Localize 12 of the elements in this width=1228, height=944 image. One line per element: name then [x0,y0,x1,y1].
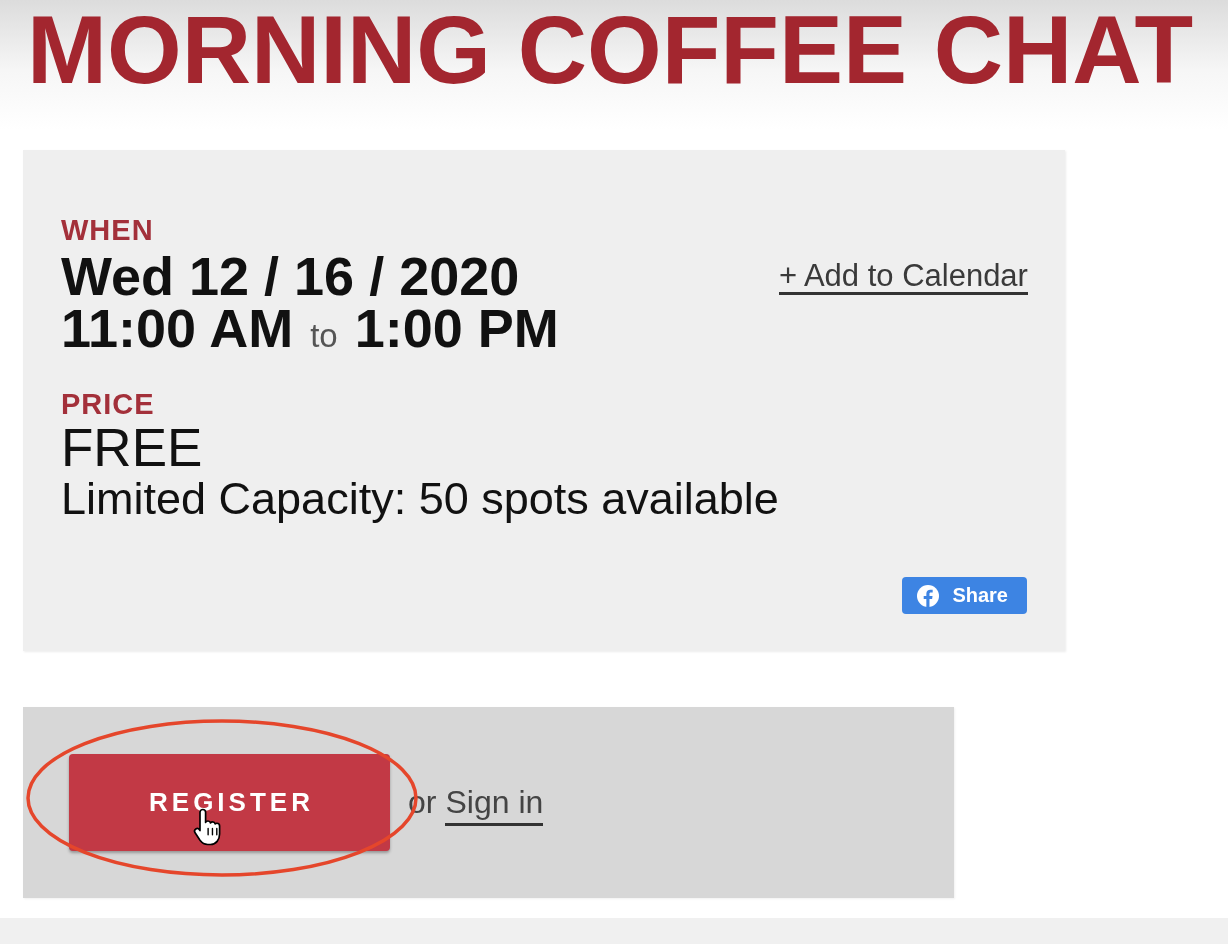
when-label: WHEN [61,214,154,246]
register-button[interactable]: REGISTER [69,754,390,851]
capacity-text: Limited Capacity: 50 spots available [61,475,779,523]
event-time: 11:00 AM to 1:00 PM [61,302,559,354]
price-value: FREE [61,421,203,474]
add-to-calendar-link[interactable]: + Add to Calendar [778,260,1028,295]
sign-in-link[interactable]: Sign in [445,785,544,826]
facebook-icon [917,584,940,607]
page-title: MORNING COFFEE CHAT [27,2,1194,98]
event-date: Wed 12 / 16 / 2020 [61,250,520,302]
price-label: PRICE [61,388,155,420]
share-button[interactable]: Share [902,577,1027,614]
